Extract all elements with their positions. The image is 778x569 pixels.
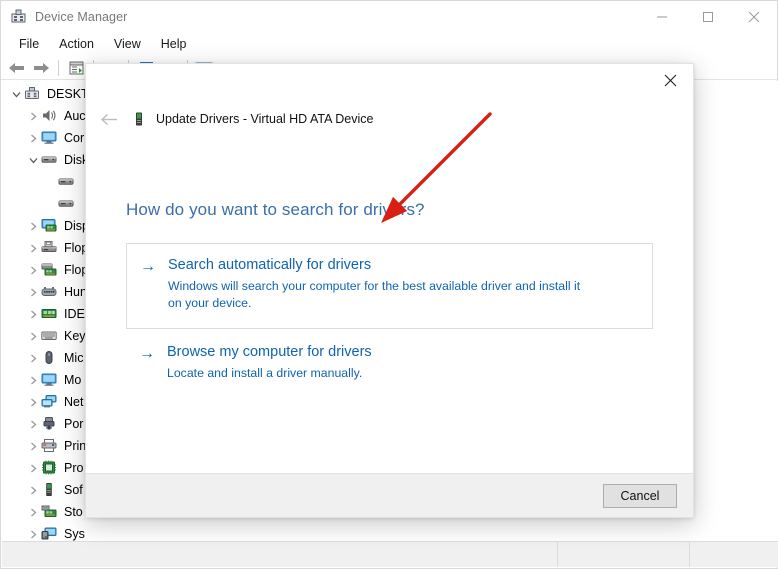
toolbar-separator <box>58 59 59 76</box>
tree-item-label: Mo <box>64 373 82 387</box>
minimize-icon[interactable] <box>639 1 685 32</box>
status-pane-tertiary <box>690 542 778 567</box>
window-title: Device Manager <box>35 9 128 24</box>
hid-icon <box>41 284 59 300</box>
ide-controller-icon <box>41 306 59 322</box>
chevron-right-icon[interactable] <box>25 288 41 297</box>
speaker-icon <box>41 108 59 124</box>
chevron-right-icon[interactable] <box>25 244 41 253</box>
floppy-controller-icon <box>41 262 59 278</box>
port-icon <box>41 416 59 432</box>
printer-icon <box>41 438 59 454</box>
chevron-right-icon[interactable] <box>25 376 41 385</box>
tree-item-label: Net <box>64 395 84 409</box>
back-arrow-icon[interactable] <box>95 105 123 133</box>
screen: Device Manager File Action View Help DES… <box>0 0 778 569</box>
back-arrow-icon[interactable] <box>6 58 28 78</box>
chevron-down-icon[interactable] <box>8 90 24 99</box>
software-device-icon <box>41 482 59 498</box>
chevron-right-icon[interactable] <box>25 486 41 495</box>
menu-item-help[interactable]: Help <box>151 34 197 54</box>
option-title: Search automatically for drivers <box>168 257 372 273</box>
menu-item-action[interactable]: Action <box>49 34 104 54</box>
tree-item-label: Cor <box>64 131 85 145</box>
chevron-right-icon[interactable] <box>25 310 41 319</box>
processor-icon <box>41 460 59 476</box>
tree-row[interactable]: Sys <box>2 523 242 542</box>
chevron-right-icon[interactable] <box>25 420 41 429</box>
chevron-down-icon[interactable] <box>25 156 41 165</box>
tree-item-label: Sof <box>64 483 83 497</box>
maximize-icon[interactable] <box>685 1 731 32</box>
menubar: File Action View Help <box>1 32 777 56</box>
floppy-drive-icon <box>41 240 59 256</box>
system-device-icon <box>41 526 59 542</box>
chevron-right-icon[interactable] <box>25 530 41 539</box>
tree-item-label: Key <box>64 329 86 343</box>
monitor-icon <box>41 372 59 388</box>
option-title: Browse my computer for drivers <box>167 344 372 360</box>
chevron-right-icon[interactable] <box>25 266 41 275</box>
storage-controller-icon <box>41 504 59 520</box>
dialog-title: Update Drivers - Virtual HD ATA Device <box>156 112 374 126</box>
software-device-icon <box>131 111 147 127</box>
cancel-button[interactable]: Cancel <box>603 483 677 508</box>
tree-item-label: Mic <box>64 351 84 365</box>
dialog-footer: Cancel <box>86 473 693 517</box>
disk-drive-icon <box>41 152 59 168</box>
network-adapter-icon <box>41 394 59 410</box>
monitor-icon <box>41 130 59 146</box>
tree-item-label: Sys <box>64 527 85 541</box>
chevron-right-icon[interactable] <box>25 354 41 363</box>
tree-item-label: Prin <box>64 439 87 453</box>
titlebar: Device Manager <box>1 1 777 32</box>
option-description: Windows will search your computer for th… <box>168 279 581 310</box>
option-search-automatically[interactable]: → Search automatically for drivers Windo… <box>126 243 653 329</box>
chevron-right-icon[interactable] <box>25 398 41 407</box>
tree-item-label: Por <box>64 417 84 431</box>
update-drivers-dialog: Update Drivers - Virtual HD ATA Device H… <box>85 63 694 518</box>
option-description: Locate and install a driver manually. <box>167 366 363 380</box>
chevron-right-icon[interactable] <box>25 332 41 341</box>
tree-item-label: Pro <box>64 461 84 475</box>
chevron-right-icon[interactable] <box>25 112 41 121</box>
chevron-right-icon[interactable] <box>25 134 41 143</box>
keyboard-icon <box>41 328 59 344</box>
chevron-right-icon[interactable] <box>25 464 41 473</box>
tree-item-label: Sto <box>64 505 83 519</box>
option-browse-my-computer[interactable]: → Browse my computer for drivers Locate … <box>126 329 653 394</box>
status-pane-secondary <box>558 542 690 567</box>
console-tree-icon[interactable] <box>65 58 87 78</box>
page-title: How do you want to search for drivers? <box>126 200 425 219</box>
disk-drive-icon <box>58 196 76 212</box>
menu-item-file[interactable]: File <box>9 34 49 54</box>
tree-item-label: Hun <box>64 285 87 299</box>
forward-arrow-icon[interactable] <box>30 58 52 78</box>
tree-item-label: Auc <box>64 109 86 123</box>
computer-icon <box>24 86 42 102</box>
driver-search-options: → Search automatically for drivers Windo… <box>126 243 653 394</box>
window-controls <box>639 1 777 32</box>
dialog-close-icon[interactable] <box>647 64 693 96</box>
display-adapter-icon <box>41 218 59 234</box>
dialog-content: How do you want to search for drivers? →… <box>86 142 693 394</box>
arrow-right-icon: → <box>139 345 155 362</box>
chevron-right-icon[interactable] <box>25 508 41 517</box>
status-pane-main <box>2 542 558 567</box>
close-icon[interactable] <box>731 1 777 32</box>
dialog-header: Update Drivers - Virtual HD ATA Device <box>86 102 693 136</box>
status-bar <box>2 541 778 567</box>
disk-drive-icon <box>58 174 76 190</box>
chevron-right-icon[interactable] <box>25 222 41 231</box>
chevron-right-icon[interactable] <box>25 442 41 451</box>
arrow-right-icon: → <box>140 258 156 275</box>
device-manager-icon <box>10 8 27 25</box>
menu-item-view[interactable]: View <box>104 34 151 54</box>
tree-item-label: IDE <box>64 307 85 321</box>
mouse-icon <box>41 350 59 366</box>
